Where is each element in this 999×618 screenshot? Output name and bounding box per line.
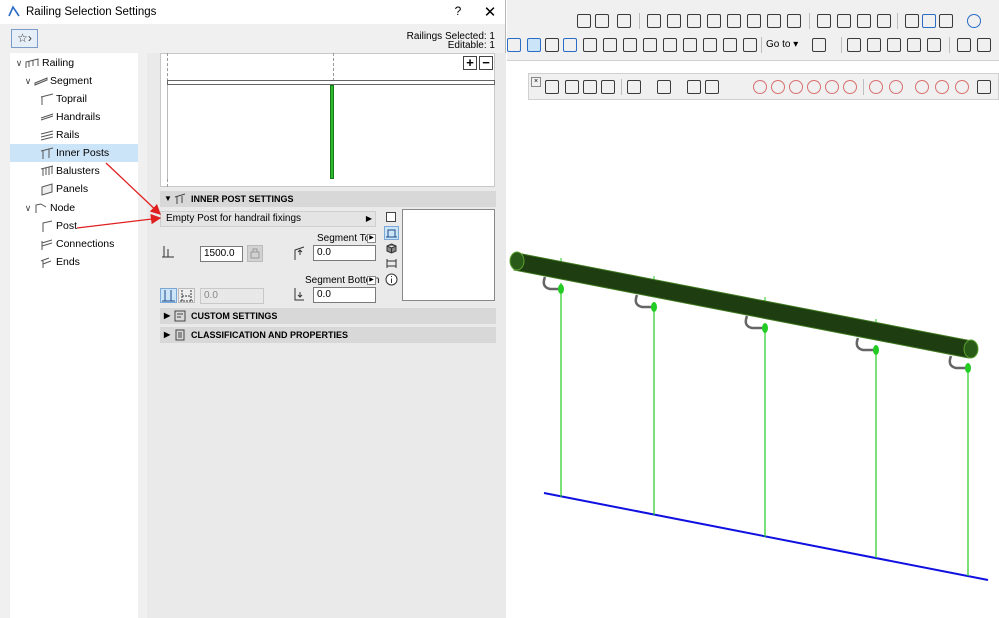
toolbar-icon[interactable]: [771, 80, 785, 94]
toolbar-icon[interactable]: [935, 80, 949, 94]
base-line[interactable]: [543, 492, 989, 581]
toolbar-icon[interactable]: [545, 80, 559, 94]
toolbar-icon[interactable]: [603, 38, 617, 52]
toolbar-icon[interactable]: [577, 14, 591, 28]
toolbar-icon[interactable]: [789, 80, 803, 94]
handrail[interactable]: [513, 252, 973, 359]
toolbar-icon[interactable]: [643, 38, 657, 52]
bracket-fixing: [965, 363, 971, 373]
main-toolbar: Go to ▾: [507, 0, 999, 61]
toolbar-icon[interactable]: [627, 80, 641, 94]
toolbar-separator: [897, 13, 898, 29]
toolbar-icon[interactable]: [843, 80, 857, 94]
toolbar-icon[interactable]: [703, 38, 717, 52]
bracket-fixing: [873, 345, 879, 355]
toolbar-icon[interactable]: [807, 80, 821, 94]
secondary-toolbar: ×: [528, 73, 999, 100]
annotation-arrow: [105, 162, 161, 215]
toolbar-icon[interactable]: [817, 14, 831, 28]
goto-menu[interactable]: Go to ▾: [766, 39, 798, 50]
toolbar-icon[interactable]: [583, 38, 597, 52]
goto-label: Go to: [766, 39, 791, 50]
toolbar-icon[interactable]: [657, 80, 671, 94]
toolbar-icon[interactable]: [922, 14, 936, 28]
toolbar-icon[interactable]: [957, 38, 971, 52]
toolbar-separator: [761, 37, 762, 53]
toolbar-icon[interactable]: [687, 80, 701, 94]
toolbar-icon[interactable]: [623, 38, 637, 52]
bracket-fixing: [558, 284, 564, 294]
bracket-fixing: [651, 302, 657, 312]
toolbar-icon[interactable]: [857, 14, 871, 28]
toolbar-icon[interactable]: [595, 14, 609, 28]
toolbar-icon[interactable]: [847, 38, 861, 52]
handrail-end[interactable]: [963, 339, 979, 359]
toolbar-icon[interactable]: [705, 80, 719, 94]
toolbar-separator: [809, 13, 810, 29]
toolbar-separator: [863, 79, 864, 95]
toolbar-icon[interactable]: [927, 38, 941, 52]
toolbar-icon[interactable]: [889, 80, 903, 94]
toolbar-icon[interactable]: [837, 14, 851, 28]
handrail-end[interactable]: [509, 251, 525, 271]
toolbar-icon[interactable]: [707, 14, 721, 28]
toolbar-separator: [621, 79, 622, 95]
toolbar-icon[interactable]: [915, 80, 929, 94]
toolbar-icon[interactable]: [723, 38, 737, 52]
toolbar-icon[interactable]: [565, 80, 579, 94]
toolbar-icon[interactable]: [743, 38, 757, 52]
toolbar-separator: [639, 13, 640, 29]
toolbar-icon[interactable]: [663, 38, 677, 52]
toolbar-icon[interactable]: [647, 14, 661, 28]
toolbar-icon[interactable]: [583, 80, 597, 94]
toolbar-icon[interactable]: [887, 38, 901, 52]
toolbar-icon[interactable]: [507, 38, 521, 52]
toolbar-close-icon[interactable]: ×: [531, 77, 541, 87]
toolbar-icon[interactable]: [977, 80, 991, 94]
toolbar-icon[interactable]: [667, 14, 681, 28]
toolbar-icon[interactable]: [939, 14, 953, 28]
toolbar-separator: [841, 37, 842, 53]
toolbar-icon[interactable]: [787, 14, 801, 28]
bracket-fixing: [762, 323, 768, 333]
toolbar-icon[interactable]: [867, 38, 881, 52]
toolbar-icon[interactable]: [747, 14, 761, 28]
toolbar-icon[interactable]: [683, 38, 697, 52]
toolbar-icon[interactable]: [977, 38, 991, 52]
star-icon[interactable]: [527, 38, 541, 52]
toolbar-icon[interactable]: [907, 38, 921, 52]
toolbar-icon[interactable]: [869, 80, 883, 94]
toolbar-icon[interactable]: [753, 80, 767, 94]
toolbar-icon[interactable]: [825, 80, 839, 94]
toolbar-icon[interactable]: [955, 80, 969, 94]
toolbar-icon[interactable]: [563, 38, 577, 52]
toolbar-separator: [949, 37, 950, 53]
toolbar-icon[interactable]: [877, 14, 891, 28]
annotation-arrows: [76, 162, 162, 229]
toolbar-icon[interactable]: [967, 14, 981, 28]
toolbar-icon[interactable]: [812, 38, 826, 52]
toolbar-icon[interactable]: [545, 38, 559, 52]
annotation-arrow: [76, 213, 162, 229]
3d-viewport[interactable]: [507, 100, 999, 618]
toolbar-icon[interactable]: [601, 80, 615, 94]
toolbar-icon[interactable]: [905, 14, 919, 28]
toolbar-icon[interactable]: [727, 14, 741, 28]
toolbar-icon[interactable]: [687, 14, 701, 28]
toolbar-icon[interactable]: [767, 14, 781, 28]
toolbar-icon[interactable]: [617, 14, 631, 28]
